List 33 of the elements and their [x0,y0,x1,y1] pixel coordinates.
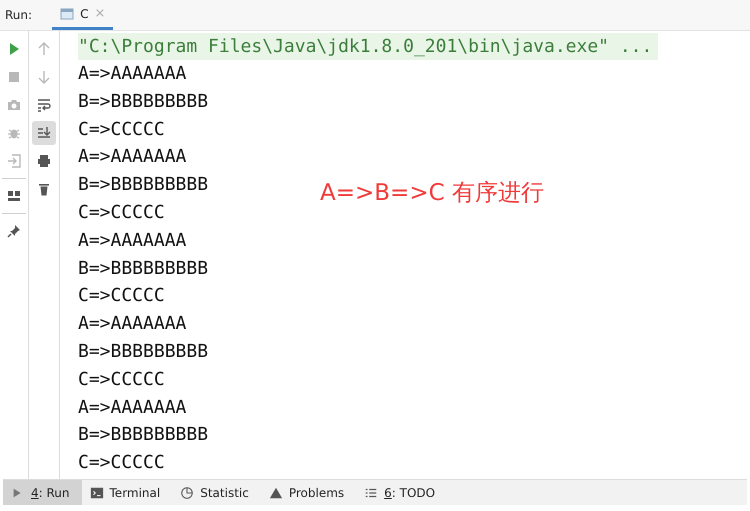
output-line: B=>BBBBBBBBB [78,256,208,281]
tool-window-button[interactable]: Statistic [172,480,261,505]
trash-icon[interactable] [36,181,52,197]
output-line: A=>AAAAAAA [78,62,186,86]
annotation-text: A=>B=>C 有序进行 [320,179,544,208]
tab[interactable]: C × [52,0,114,30]
output-line: A=>AAAAAAA [78,228,186,253]
pin-icon[interactable] [6,223,22,239]
terminal-icon [90,486,104,500]
tool-window-button[interactable]: 4: Run [3,480,82,505]
output-line: B=>BBBBBBBBB [78,173,208,198]
panel-label: Run: [4,8,34,22]
tool-window-button[interactable]: Terminal [82,480,172,505]
tool-window-button[interactable]: 6: TODO [356,480,448,505]
tool-window-button[interactable]: Problems [260,480,356,505]
output-line: C=>CCCCC [78,200,165,225]
output-line: C=>CCCCC [78,284,165,308]
toolbar-button[interactable] [32,121,56,145]
output-line: A=>AAAAAAA [78,396,186,420]
output-line: C=>CCCCC [78,451,165,476]
wrap-icon[interactable] [36,97,52,113]
output-line: B=>BBBBBBBBB [78,423,208,448]
output-line: B=>BBBBBBBBB [78,340,208,364]
layout-icon[interactable] [6,188,22,204]
output-line: A=>AAAAAAA [78,312,186,336]
output-line: B=>BBBBBBBBB [78,90,208,114]
output-line: A=>AAAAAAA [78,145,186,170]
output-line: C=>CCCCC [78,118,165,142]
console-icon [60,8,74,20]
warning-icon [268,486,283,500]
output-line: C=>CCCCC [78,368,165,392]
printer-icon[interactable] [36,153,52,169]
pie-chart-icon [180,486,194,500]
